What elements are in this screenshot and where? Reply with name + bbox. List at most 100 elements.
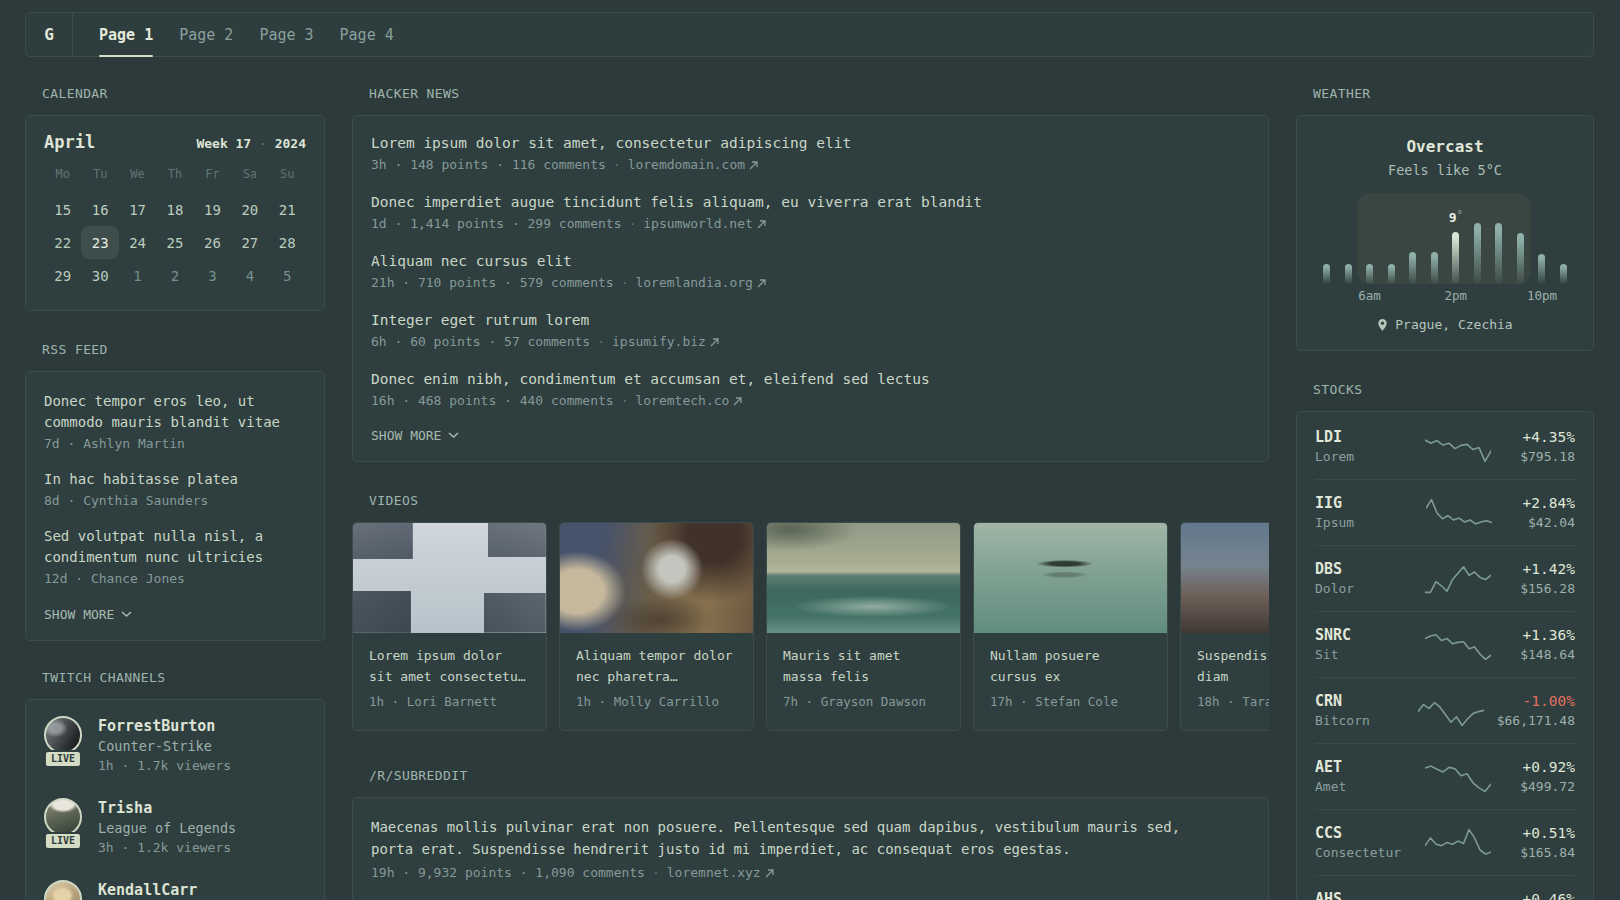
twitch-channel-row[interactable]: LIVE KendallCarr Grand Theft Auto V 2h ·… <box>44 880 306 900</box>
calendar-day[interactable]: 3 <box>194 259 231 292</box>
calendar-day[interactable]: 2 <box>156 259 193 292</box>
twitch-channel-category[interactable]: Counter-Strike <box>98 736 231 756</box>
twitch-channel-row[interactable]: LIVE ForrestBurton Counter-Strike 1h · 1… <box>44 716 306 776</box>
stock-ticker[interactable]: SNRC <box>1315 625 1411 645</box>
hn-meta-text: 21h · 710 points · 579 comments <box>371 272 614 294</box>
calendar-day[interactable]: 29 <box>44 259 81 292</box>
video-title[interactable]: Aliquam tempor dolor nec pharetra… <box>576 645 737 687</box>
calendar-day[interactable]: 16 <box>81 193 118 226</box>
rss-item-title[interactable]: In hac habitasse platea <box>44 469 306 490</box>
calendar-day[interactable]: 17 <box>119 193 156 226</box>
stock-row[interactable]: DBSDolor +1.42%$156.28 <box>1315 545 1575 611</box>
stock-row[interactable]: SNRCSit +1.36%$148.64 <box>1315 611 1575 677</box>
calendar-day[interactable]: 4 <box>231 259 268 292</box>
video-thumbnail[interactable] <box>974 523 1167 633</box>
stock-ticker[interactable]: CRN <box>1315 691 1411 711</box>
hn-item-domain[interactable]: loremtech.co <box>635 390 742 412</box>
calendar-day[interactable]: 26 <box>194 226 231 259</box>
weather-location[interactable]: Prague, Czechia <box>1314 317 1576 332</box>
stock-sparkline <box>1426 495 1492 531</box>
hn-item-title[interactable]: Integer eget rutrum lorem <box>371 309 1250 331</box>
stock-row[interactable]: CRNBitcorn -1.00%$66,171.48 <box>1315 677 1575 743</box>
calendar-day[interactable]: 18 <box>156 193 193 226</box>
calendar-day[interactable]: 25 <box>156 226 193 259</box>
dot-separator: · <box>613 154 621 176</box>
twitch-channel-name[interactable]: KendallCarr <box>98 880 244 900</box>
video-card[interactable]: Mauris sit amet massa felis 7h · Grayson… <box>766 522 961 731</box>
video-card[interactable]: Suspendisse sagittis diam 18h · Tara Hof… <box>1180 522 1269 731</box>
rss-item: In hac habitasse platea 8d · Cynthia Sau… <box>44 469 306 511</box>
app-logo[interactable]: G <box>26 13 73 56</box>
video-thumbnail[interactable] <box>1181 523 1269 633</box>
stock-row[interactable]: LDILorem +4.35%$795.18 <box>1315 414 1575 479</box>
rss-show-more-button[interactable]: SHOW MORE <box>44 607 306 622</box>
stock-ticker[interactable]: AHS <box>1315 889 1411 900</box>
video-card[interactable]: Lorem ipsum dolor sit amet consectetu… 1… <box>352 522 547 731</box>
twitch-channel-name[interactable]: Trisha <box>98 798 236 818</box>
calendar-day[interactable]: 24 <box>119 226 156 259</box>
calendar-day[interactable]: 23 <box>81 226 118 259</box>
stock-row[interactable]: IIGIpsum +2.84%$42.04 <box>1315 479 1575 545</box>
calendar-day[interactable]: 27 <box>231 226 268 259</box>
stock-ticker[interactable]: DBS <box>1315 559 1411 579</box>
hn-show-more-button[interactable]: SHOW MORE <box>371 428 1250 443</box>
calendar-week: Week 17 · 2024 <box>196 136 306 151</box>
stock-row[interactable]: AETAmet +0.92%$499.72 <box>1315 743 1575 809</box>
hn-item-domain[interactable]: loremlandia.org <box>635 272 765 294</box>
twitch-channel-row[interactable]: LIVE Trisha League of Legends 3h · 1.2k … <box>44 798 306 858</box>
video-title[interactable]: Lorem ipsum dolor sit amet consectetu… <box>369 645 530 687</box>
subreddit-post-title[interactable]: Maecenas mollis pulvinar erat non posuer… <box>371 816 1206 860</box>
twitch-channel-meta: 1h · 1.7k viewers <box>98 756 231 776</box>
weather-title: WEATHER <box>1313 87 1594 101</box>
calendar-day[interactable]: 20 <box>231 193 268 226</box>
video-title[interactable]: Mauris sit amet massa felis <box>783 645 944 687</box>
rss-item-meta: 12d · Chance Jones <box>44 568 306 589</box>
video-thumbnail[interactable] <box>767 523 960 633</box>
calendar-day[interactable]: 21 <box>269 193 306 226</box>
tab-page-1[interactable]: Page 1 <box>99 13 153 56</box>
stock-row[interactable]: CCSConsectetur +0.51%$165.84 <box>1315 809 1575 875</box>
hn-item-domain[interactable]: ipsumify.biz <box>612 331 719 353</box>
weather-bar <box>1388 264 1395 284</box>
subreddit-post-meta: 19h · 9,932 points · 1,090 comments·lore… <box>371 863 1250 883</box>
calendar-day[interactable]: 15 <box>44 193 81 226</box>
hn-item-title[interactable]: Aliquam nec cursus elit <box>371 250 1250 272</box>
subreddit-post-domain[interactable]: loremnet.xyz <box>667 863 774 883</box>
calendar-day[interactable]: 22 <box>44 226 81 259</box>
rss-item-title[interactable]: Donec tempor eros leo, ut commodo mauris… <box>44 391 306 433</box>
video-title[interactable]: Suspendisse sagittis diam <box>1197 645 1269 687</box>
video-thumbnail[interactable] <box>353 523 546 633</box>
stock-ticker[interactable]: LDI <box>1315 427 1411 447</box>
tab-page-4[interactable]: Page 4 <box>340 13 394 56</box>
stocks-widget: STOCKS LDILorem +4.35%$795.18 IIGIpsum +… <box>1296 383 1594 900</box>
tab-page-3[interactable]: Page 3 <box>259 13 313 56</box>
calendar-week-label: Week 17 <box>196 136 251 151</box>
calendar-day[interactable]: 19 <box>194 193 231 226</box>
calendar-day[interactable]: 1 <box>119 259 156 292</box>
twitch-channel-meta: 3h · 1.2k viewers <box>98 838 236 858</box>
stock-ticker[interactable]: IIG <box>1315 493 1411 513</box>
calendar-day[interactable]: 5 <box>269 259 306 292</box>
hn-item-title[interactable]: Donec enim nibh, condimentum et accumsan… <box>371 368 1250 390</box>
stock-price: $148.64 <box>1520 645 1575 665</box>
stock-ticker[interactable]: AET <box>1315 757 1411 777</box>
chevron-down-icon <box>448 432 459 439</box>
video-title[interactable]: Nullam posuere cursus ex <box>990 645 1151 687</box>
tab-page-2[interactable]: Page 2 <box>179 13 233 56</box>
hn-item-title[interactable]: Lorem ipsum dolor sit amet, consectetur … <box>371 132 1250 154</box>
hn-item-title[interactable]: Donec imperdiet augue tincidunt felis al… <box>371 191 1250 213</box>
hn-item-domain[interactable]: loremdomain.com <box>628 154 758 176</box>
calendar-day[interactable]: 28 <box>269 226 306 259</box>
calendar-grid: MoTuWeThFrSaSu15161718192021222324252627… <box>44 167 306 292</box>
hn-item-domain[interactable]: ipsumworld.net <box>643 213 766 235</box>
video-thumbnail[interactable] <box>560 523 753 633</box>
video-card[interactable]: Aliquam tempor dolor nec pharetra… 1h · … <box>559 522 754 731</box>
twitch-channel-name[interactable]: ForrestBurton <box>98 716 231 736</box>
video-card[interactable]: Nullam posuere cursus ex 17h · Stefan Co… <box>973 522 1168 731</box>
stock-row[interactable]: AHSAdipiscing +0.46%$88.12 <box>1315 875 1575 900</box>
stock-ticker[interactable]: CCS <box>1315 823 1411 843</box>
rss-item-title[interactable]: Sed volutpat nulla nisl, a condimentum n… <box>44 526 306 568</box>
weather-bars <box>1321 193 1569 284</box>
twitch-channel-category[interactable]: League of Legends <box>98 818 236 838</box>
calendar-day[interactable]: 30 <box>81 259 118 292</box>
